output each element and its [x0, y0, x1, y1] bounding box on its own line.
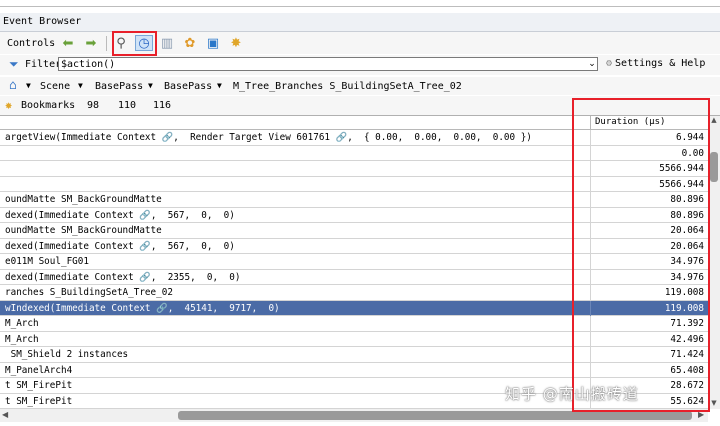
star-gear-icon[interactable]: ✸: [227, 35, 245, 51]
event-name-cell: t SM_FirePit: [5, 395, 73, 407]
highlight-box-duration: [572, 98, 710, 412]
arrow-right-icon[interactable]: ➡: [82, 35, 100, 51]
bookmarks-label: Bookmarks: [21, 100, 76, 111]
window-title-bar: Event Browser: [0, 13, 720, 32]
arrow-left-icon[interactable]: ⬅: [59, 35, 77, 51]
toolbar: Controls ⬅ ➡ ⚲ ◷ ▥ ✿ ▣ ✸: [0, 32, 720, 54]
event-name-cell: M_PanelArch4: [5, 364, 73, 376]
breadcrumb-item[interactable]: Scene: [40, 81, 70, 92]
breadcrumb-item[interactable]: BasePass: [95, 81, 143, 92]
horizontal-scroll-thumb[interactable]: [178, 411, 692, 420]
event-name-cell: oundMatte SM_BackGroundMatte: [5, 194, 162, 205]
breadcrumb-item[interactable]: BasePass: [164, 81, 212, 92]
breadcrumb-item[interactable]: M_Tree_Branches S_BuildingSetA_Tree_02: [233, 81, 462, 92]
bookmark-116[interactable]: 116: [153, 100, 171, 111]
scroll-left-icon[interactable]: ◀: [2, 410, 8, 419]
vertical-scroll-thumb[interactable]: [710, 152, 718, 182]
event-name-cell: t SM_FirePit: [5, 380, 73, 391]
filter-row: ⏷ Filter $action() ⌄ ⚙ Settings & Help: [0, 55, 720, 75]
event-name-cell: dexed(Immediate Context 🔗, 567, 0, 0): [5, 209, 235, 221]
home-icon[interactable]: ⌂: [9, 78, 17, 93]
column-icon[interactable]: ▥: [158, 35, 176, 51]
watermark: 知乎 @南山搬砖道: [505, 385, 639, 403]
event-name-cell: M_Arch: [5, 333, 39, 345]
bookmark-icon: ✸: [5, 98, 13, 112]
chevron-down-icon[interactable]: ▼: [26, 81, 31, 90]
window-title: Event Browser: [3, 16, 82, 27]
event-name-cell: [5, 177, 585, 192]
event-name-cell: argetView(Immediate Context 🔗, Render Ta…: [5, 132, 532, 143]
gear-icon: ⚙: [606, 58, 613, 69]
breadcrumb: ⌂ ▼ Scene ▼ BasePass ▼ BasePass ▼ M_Tree…: [0, 77, 720, 95]
chevron-down-icon[interactable]: ▼: [148, 81, 153, 90]
bookmark-98[interactable]: 98: [87, 100, 99, 111]
event-name-cell: dexed(Immediate Context 🔗, 2355, 0, 0): [5, 271, 241, 283]
title-strip: [0, 0, 720, 13]
event-name-cell: oundMatte SM_BackGroundMatte: [5, 225, 162, 236]
event-name-cell: SM_Shield 2 instances: [5, 349, 129, 360]
settings-help-button[interactable]: ⚙ Settings & Help: [606, 58, 705, 69]
event-name-cell: [5, 146, 585, 161]
event-name-cell: [5, 161, 585, 176]
gear-flower-icon[interactable]: ✿: [181, 35, 199, 51]
event-name-cell: e011M Soul_FG01: [5, 256, 89, 267]
chevron-down-icon[interactable]: ⌄: [586, 57, 598, 71]
highlight-box-toolbar: [112, 31, 157, 56]
event-name-cell: dexed(Immediate Context 🔗, 567, 0, 0): [5, 240, 235, 252]
event-name-cell: M_Arch: [5, 318, 39, 329]
settings-label: Settings & Help: [615, 58, 706, 69]
filter-input[interactable]: $action(): [58, 57, 598, 71]
save-icon[interactable]: ▣: [204, 35, 222, 51]
chevron-down-icon[interactable]: ▼: [217, 81, 222, 90]
controls-label: Controls: [7, 38, 56, 49]
chevron-down-icon[interactable]: ▼: [78, 81, 83, 90]
bookmark-110[interactable]: 110: [118, 100, 136, 111]
event-name-cell: ranches S_BuildingSetA_Tree_02: [5, 287, 173, 298]
filter-icon: ⏷: [9, 57, 19, 71]
event-name-cell: wIndexed(Immediate Context 🔗, 45141, 971…: [5, 302, 280, 314]
filter-label: Filter: [25, 59, 62, 70]
